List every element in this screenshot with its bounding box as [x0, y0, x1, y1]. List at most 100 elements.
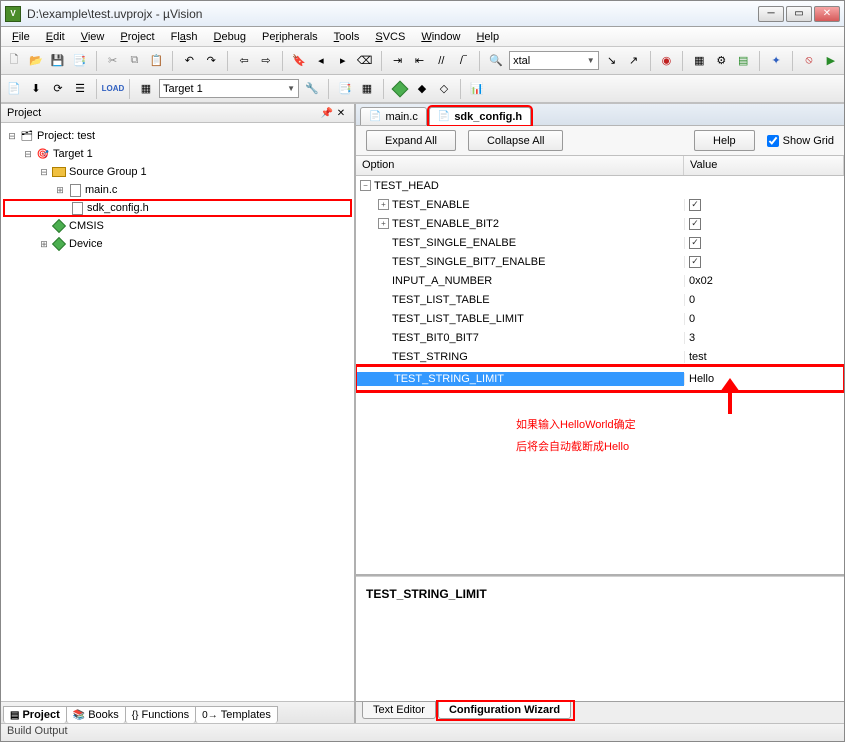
kill-icon[interactable]: ⦸	[800, 52, 818, 70]
comment-icon[interactable]: //	[432, 52, 450, 70]
bookmark-next-icon[interactable]: ▸	[334, 52, 352, 70]
window-close-button[interactable]: ✕	[814, 6, 840, 22]
new-file-icon[interactable]: 🗋	[5, 52, 23, 70]
target-label[interactable]: Target 1	[53, 148, 93, 160]
option-test-single-bit7-enalbe[interactable]: TEST_SINGLE_BIT7_ENALBE	[392, 256, 545, 268]
option-test-enable-bit2[interactable]: TEST_ENABLE_BIT2	[392, 218, 499, 230]
menu-view[interactable]: View	[74, 29, 112, 45]
translate-icon[interactable]: 📄	[5, 80, 23, 98]
value-checkbox[interactable]: ✓	[689, 256, 701, 268]
panel-close-icon[interactable]: ✕	[334, 106, 348, 120]
copy-icon[interactable]: ⧉	[126, 52, 144, 70]
value-text[interactable]: test	[689, 351, 707, 363]
expand-all-button[interactable]: Expand All	[366, 130, 456, 151]
window-minimize-button[interactable]: ─	[758, 6, 784, 22]
option-test-enable[interactable]: TEST_ENABLE	[392, 199, 470, 211]
option-test-string-limit[interactable]: TEST_STRING_LIMIT	[392, 372, 506, 386]
tree-expand-icon[interactable]: +	[378, 199, 389, 210]
menu-flash[interactable]: Flash	[164, 29, 205, 45]
find-next-icon[interactable]: ↘	[603, 52, 621, 70]
help-button[interactable]: Help	[694, 130, 755, 151]
tree-expand-icon[interactable]: +	[378, 218, 389, 229]
panel-pin-icon[interactable]: 📌	[320, 106, 334, 120]
tab-templates[interactable]: 0→Templates	[195, 706, 278, 723]
tab-functions[interactable]: {}Functions	[125, 706, 196, 723]
menu-tools[interactable]: Tools	[327, 29, 367, 45]
option-input-a-number[interactable]: INPUT_A_NUMBER	[392, 275, 492, 287]
logic-analyzer-icon[interactable]: 📊	[468, 80, 486, 98]
header-value[interactable]: Value	[684, 156, 844, 175]
paste-icon[interactable]: 📋	[147, 52, 165, 70]
indent-icon[interactable]: ⇥	[389, 52, 407, 70]
tree-collapse-icon[interactable]: ⊟	[5, 131, 19, 142]
tab-text-editor[interactable]: Text Editor	[362, 702, 436, 719]
file-main-c[interactable]: main.c	[85, 184, 117, 196]
find-prev-icon[interactable]: ↗	[625, 52, 643, 70]
options-icon[interactable]: ✦	[767, 52, 785, 70]
value-text[interactable]: 3	[689, 332, 695, 344]
save-icon[interactable]: 💾	[49, 52, 67, 70]
tab-books[interactable]: 📚Books	[66, 706, 126, 723]
tree-expand-icon[interactable]: ⊞	[37, 239, 51, 250]
header-option[interactable]: Option	[356, 156, 684, 175]
menu-peripherals[interactable]: Peripherals	[255, 29, 325, 45]
redo-icon[interactable]: ↷	[202, 52, 220, 70]
cmsis-label[interactable]: CMSIS	[69, 220, 104, 232]
option-test-single-enalbe[interactable]: TEST_SINGLE_ENALBE	[392, 237, 516, 249]
value-input[interactable]	[689, 373, 840, 385]
target-options-icon[interactable]: ▦	[137, 80, 155, 98]
manage-rte-icon[interactable]: ◇	[435, 80, 453, 98]
value-checkbox[interactable]: ✓	[689, 218, 701, 230]
save-all-icon[interactable]: 📑	[71, 52, 89, 70]
debug-icon[interactable]: ◉	[658, 52, 676, 70]
download-icon[interactable]: LOAD	[104, 80, 122, 98]
editor-tab-main-c[interactable]: 📄main.c	[360, 107, 427, 125]
value-text[interactable]: 0	[689, 294, 695, 306]
menu-svcs[interactable]: SVCS	[368, 29, 412, 45]
value-checkbox[interactable]: ✓	[689, 199, 701, 211]
menu-file[interactable]: File	[5, 29, 37, 45]
project-root-label[interactable]: Project: test	[37, 130, 95, 142]
menu-window[interactable]: Window	[414, 29, 467, 45]
collapse-all-button[interactable]: Collapse All	[468, 130, 563, 151]
outdent-icon[interactable]: ⇤	[411, 52, 429, 70]
configure-icon[interactable]: ⚙	[712, 52, 730, 70]
value-text[interactable]: 0x02	[689, 275, 713, 287]
tab-project[interactable]: ▤Project	[3, 706, 67, 723]
option-test-bit0-bit7[interactable]: TEST_BIT0_BIT7	[392, 332, 479, 344]
nav-back-icon[interactable]: ⇦	[235, 52, 253, 70]
menu-project[interactable]: Project	[113, 29, 161, 45]
batch-build-icon[interactable]: ☰	[71, 80, 89, 98]
find-combo[interactable]: xtal▼	[509, 51, 599, 70]
uncomment-icon[interactable]: /‾	[454, 52, 472, 70]
rebuild-icon[interactable]: ⟳	[49, 80, 67, 98]
source-group-label[interactable]: Source Group 1	[69, 166, 147, 178]
menu-help[interactable]: Help	[469, 29, 506, 45]
editor-tab-sdk-config-h[interactable]: 📄sdk_config.h	[429, 107, 531, 125]
select-packs-icon[interactable]: ◆	[413, 80, 431, 98]
option-test-list-table[interactable]: TEST_LIST_TABLE	[392, 294, 490, 306]
open-file-icon[interactable]: 📂	[27, 52, 45, 70]
bookmark-icon[interactable]: 🔖	[290, 52, 308, 70]
file-sdk-config-h[interactable]: sdk_config.h	[87, 202, 149, 214]
tree-collapse-icon[interactable]: −	[360, 180, 371, 191]
bookmark-prev-icon[interactable]: ◂	[312, 52, 330, 70]
project-window-icon[interactable]: ▦	[690, 52, 708, 70]
value-text[interactable]: 0	[689, 313, 695, 325]
value-checkbox[interactable]: ✓	[689, 237, 701, 249]
project-tree[interactable]: ⊟ 🗂 Project: test ⊟ 🎯 Target 1 ⊟ Source …	[1, 123, 354, 701]
pack-installer-icon[interactable]	[391, 80, 409, 98]
tab-configuration-wizard[interactable]: Configuration Wizard	[438, 702, 571, 719]
tree-collapse-icon[interactable]: ⊟	[21, 149, 35, 160]
option-test-string[interactable]: TEST_STRING	[392, 351, 468, 363]
cut-icon[interactable]: ✂	[104, 52, 122, 70]
option-test-list-table-limit[interactable]: TEST_LIST_TABLE_LIMIT	[392, 313, 524, 325]
file-ext-icon[interactable]: 📑	[336, 80, 354, 98]
nav-fwd-icon[interactable]: ⇨	[257, 52, 275, 70]
tree-expand-icon[interactable]: ⊞	[53, 185, 67, 196]
manage-rtos-icon[interactable]: ▦	[358, 80, 376, 98]
target-select[interactable]: Target 1▼	[159, 79, 299, 98]
menu-edit[interactable]: Edit	[39, 29, 72, 45]
bookmark-clear-icon[interactable]: ⌫	[356, 52, 374, 70]
device-label[interactable]: Device	[69, 238, 103, 250]
